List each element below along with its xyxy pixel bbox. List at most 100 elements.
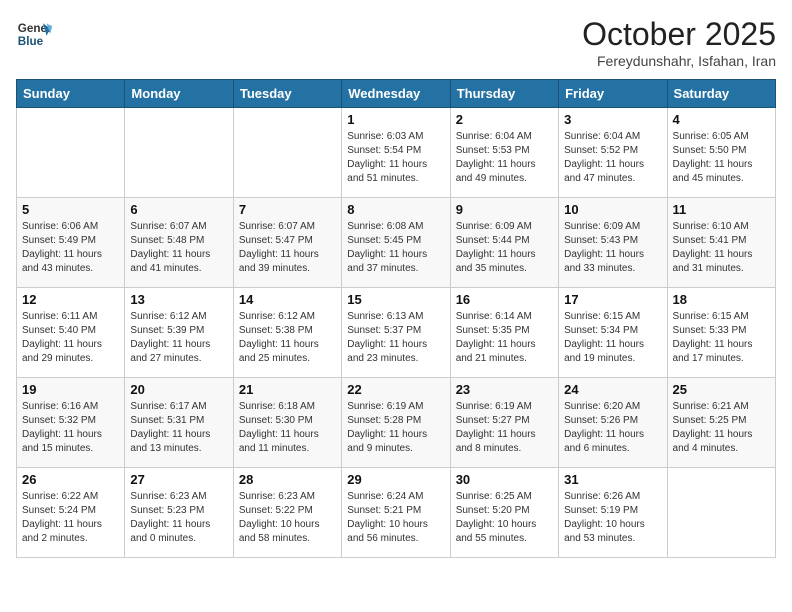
calendar-cell: 22 Sunrise: 6:19 AMSunset: 5:28 PMDayligh…: [342, 378, 450, 468]
day-number: 11: [673, 202, 770, 217]
day-info: Sunrise: 6:04 AMSunset: 5:53 PMDaylight:…: [456, 130, 553, 186]
calendar-cell: 9 Sunrise: 6:09 AMSunset: 5:44 PMDaylight…: [450, 198, 558, 288]
day-number: 9: [456, 202, 553, 217]
weekday-header: Friday: [559, 80, 667, 108]
weekday-header: Wednesday: [342, 80, 450, 108]
day-number: 8: [347, 202, 444, 217]
day-info: Sunrise: 6:05 AMSunset: 5:50 PMDaylight:…: [673, 130, 770, 186]
logo-icon: General Blue: [16, 16, 52, 52]
day-number: 23: [456, 382, 553, 397]
calendar-cell: 5Sunrise: 6:06 AMSunset: 5:49 PMDaylight…: [17, 198, 125, 288]
calendar-cell: 3Sunrise: 6:04 AMSunset: 5:52 PMDaylight…: [559, 108, 667, 198]
calendar-cell: 17 Sunrise: 6:15 AMSunset: 5:34 PMDayligh…: [559, 288, 667, 378]
day-info: Sunrise: 6:09 AMSunset: 5:44 PMDaylight:…: [456, 220, 553, 276]
calendar-cell: 26Sunrise: 6:22 AMSunset: 5:24 PMDayligh…: [17, 468, 125, 558]
weekday-header: Monday: [125, 80, 233, 108]
day-number: 15: [347, 292, 444, 307]
calendar-cell: 16 Sunrise: 6:14 AMSunset: 5:35 PMDayligh…: [450, 288, 558, 378]
day-info: Sunrise: 6:19 AMSunset: 5:27 PMDaylight:…: [456, 400, 553, 456]
day-number: 27: [130, 472, 227, 487]
day-info: Sunrise: 6:10 AMSunset: 5:41 PMDaylight:…: [673, 220, 770, 276]
day-info: Sunrise: 6:13 AMSunset: 5:37 PMDaylight:…: [347, 310, 444, 366]
weekday-header: Saturday: [667, 80, 775, 108]
day-number: 20: [130, 382, 227, 397]
day-number: 2: [456, 112, 553, 127]
day-info: Sunrise: 6:23 AMSunset: 5:23 PMDaylight:…: [130, 490, 227, 546]
day-number: 7: [239, 202, 336, 217]
day-number: 6: [130, 202, 227, 217]
day-info: Sunrise: 6:17 AMSunset: 5:31 PMDaylight:…: [130, 400, 227, 456]
day-number: 13: [130, 292, 227, 307]
day-info: Sunrise: 6:15 AMSunset: 5:33 PMDaylight:…: [673, 310, 770, 366]
calendar-cell: 14 Sunrise: 6:12 AMSunset: 5:38 PMDayligh…: [233, 288, 341, 378]
day-info: Sunrise: 6:18 AMSunset: 5:30 PMDaylight:…: [239, 400, 336, 456]
calendar-table: SundayMondayTuesdayWednesdayThursdayFrid…: [16, 79, 776, 558]
calendar-cell: 24 Sunrise: 6:20 AMSunset: 5:26 PMDayligh…: [559, 378, 667, 468]
calendar-cell: 13 Sunrise: 6:12 AMSunset: 5:39 PMDayligh…: [125, 288, 233, 378]
calendar-cell: 11 Sunrise: 6:10 AMSunset: 5:41 PMDayligh…: [667, 198, 775, 288]
calendar-week-row: 1 Sunrise: 6:03 AMSunset: 5:54 PMDaylight…: [17, 108, 776, 198]
day-info: Sunrise: 6:25 AMSunset: 5:20 PMDaylight:…: [456, 490, 553, 546]
calendar-cell: 10Sunrise: 6:09 AMSunset: 5:43 PMDayligh…: [559, 198, 667, 288]
day-number: 22: [347, 382, 444, 397]
day-info: Sunrise: 6:07 AMSunset: 5:48 PMDaylight:…: [130, 220, 227, 276]
calendar-week-row: 12 Sunrise: 6:11 AMSunset: 5:40 PMDayligh…: [17, 288, 776, 378]
calendar-header-row: SundayMondayTuesdayWednesdayThursdayFrid…: [17, 80, 776, 108]
day-info: Sunrise: 6:12 AMSunset: 5:39 PMDaylight:…: [130, 310, 227, 366]
day-number: 31: [564, 472, 661, 487]
day-info: Sunrise: 6:06 AMSunset: 5:49 PMDaylight:…: [22, 220, 119, 276]
calendar-week-row: 19 Sunrise: 6:16 AMSunset: 5:32 PMDayligh…: [17, 378, 776, 468]
calendar-cell: 18 Sunrise: 6:15 AMSunset: 5:33 PMDayligh…: [667, 288, 775, 378]
day-info: Sunrise: 6:21 AMSunset: 5:25 PMDaylight:…: [673, 400, 770, 456]
day-info: Sunrise: 6:19 AMSunset: 5:28 PMDaylight:…: [347, 400, 444, 456]
day-number: 17: [564, 292, 661, 307]
calendar-week-row: 5Sunrise: 6:06 AMSunset: 5:49 PMDaylight…: [17, 198, 776, 288]
day-number: 30: [456, 472, 553, 487]
calendar-cell: [125, 108, 233, 198]
calendar-cell: 8 Sunrise: 6:08 AMSunset: 5:45 PMDaylight…: [342, 198, 450, 288]
day-info: Sunrise: 6:03 AMSunset: 5:54 PMDaylight:…: [347, 130, 444, 186]
day-info: Sunrise: 6:07 AMSunset: 5:47 PMDaylight:…: [239, 220, 336, 276]
calendar-cell: 31 Sunrise: 6:26 AMSunset: 5:19 PMDayligh…: [559, 468, 667, 558]
day-info: Sunrise: 6:24 AMSunset: 5:21 PMDaylight:…: [347, 490, 444, 546]
logo: General Blue: [16, 16, 52, 52]
weekday-header: Sunday: [17, 80, 125, 108]
day-number: 10: [564, 202, 661, 217]
day-number: 3: [564, 112, 661, 127]
day-number: 24: [564, 382, 661, 397]
calendar-cell: 21 Sunrise: 6:18 AMSunset: 5:30 PMDayligh…: [233, 378, 341, 468]
day-info: Sunrise: 6:26 AMSunset: 5:19 PMDaylight:…: [564, 490, 661, 546]
day-number: 16: [456, 292, 553, 307]
calendar-cell: 6 Sunrise: 6:07 AMSunset: 5:48 PMDaylight…: [125, 198, 233, 288]
calendar-cell: 30 Sunrise: 6:25 AMSunset: 5:20 PMDayligh…: [450, 468, 558, 558]
calendar-cell: 23 Sunrise: 6:19 AMSunset: 5:27 PMDayligh…: [450, 378, 558, 468]
day-number: 18: [673, 292, 770, 307]
page-header: General Blue October 2025 Fereydunshahr,…: [16, 16, 776, 69]
day-info: Sunrise: 6:15 AMSunset: 5:34 PMDaylight:…: [564, 310, 661, 366]
weekday-header: Tuesday: [233, 80, 341, 108]
day-info: Sunrise: 6:14 AMSunset: 5:35 PMDaylight:…: [456, 310, 553, 366]
day-info: Sunrise: 6:12 AMSunset: 5:38 PMDaylight:…: [239, 310, 336, 366]
calendar-cell: [233, 108, 341, 198]
month-title: October 2025: [582, 16, 776, 53]
calendar-cell: 2 Sunrise: 6:04 AMSunset: 5:53 PMDaylight…: [450, 108, 558, 198]
day-info: Sunrise: 6:20 AMSunset: 5:26 PMDaylight:…: [564, 400, 661, 456]
day-info: Sunrise: 6:08 AMSunset: 5:45 PMDaylight:…: [347, 220, 444, 276]
day-number: 21: [239, 382, 336, 397]
day-number: 28: [239, 472, 336, 487]
calendar-cell: 27 Sunrise: 6:23 AMSunset: 5:23 PMDayligh…: [125, 468, 233, 558]
calendar-cell: 4Sunrise: 6:05 AMSunset: 5:50 PMDaylight…: [667, 108, 775, 198]
day-number: 19: [22, 382, 119, 397]
day-number: 29: [347, 472, 444, 487]
calendar-cell: 7 Sunrise: 6:07 AMSunset: 5:47 PMDaylight…: [233, 198, 341, 288]
weekday-header: Thursday: [450, 80, 558, 108]
day-number: 1: [347, 112, 444, 127]
day-number: 14: [239, 292, 336, 307]
day-info: Sunrise: 6:16 AMSunset: 5:32 PMDaylight:…: [22, 400, 119, 456]
calendar-cell: 28Sunrise: 6:23 AMSunset: 5:22 PMDayligh…: [233, 468, 341, 558]
day-info: Sunrise: 6:11 AMSunset: 5:40 PMDaylight:…: [22, 310, 119, 366]
calendar-week-row: 26Sunrise: 6:22 AMSunset: 5:24 PMDayligh…: [17, 468, 776, 558]
day-info: Sunrise: 6:22 AMSunset: 5:24 PMDaylight:…: [22, 490, 119, 546]
day-number: 12: [22, 292, 119, 307]
calendar-cell: 1 Sunrise: 6:03 AMSunset: 5:54 PMDaylight…: [342, 108, 450, 198]
